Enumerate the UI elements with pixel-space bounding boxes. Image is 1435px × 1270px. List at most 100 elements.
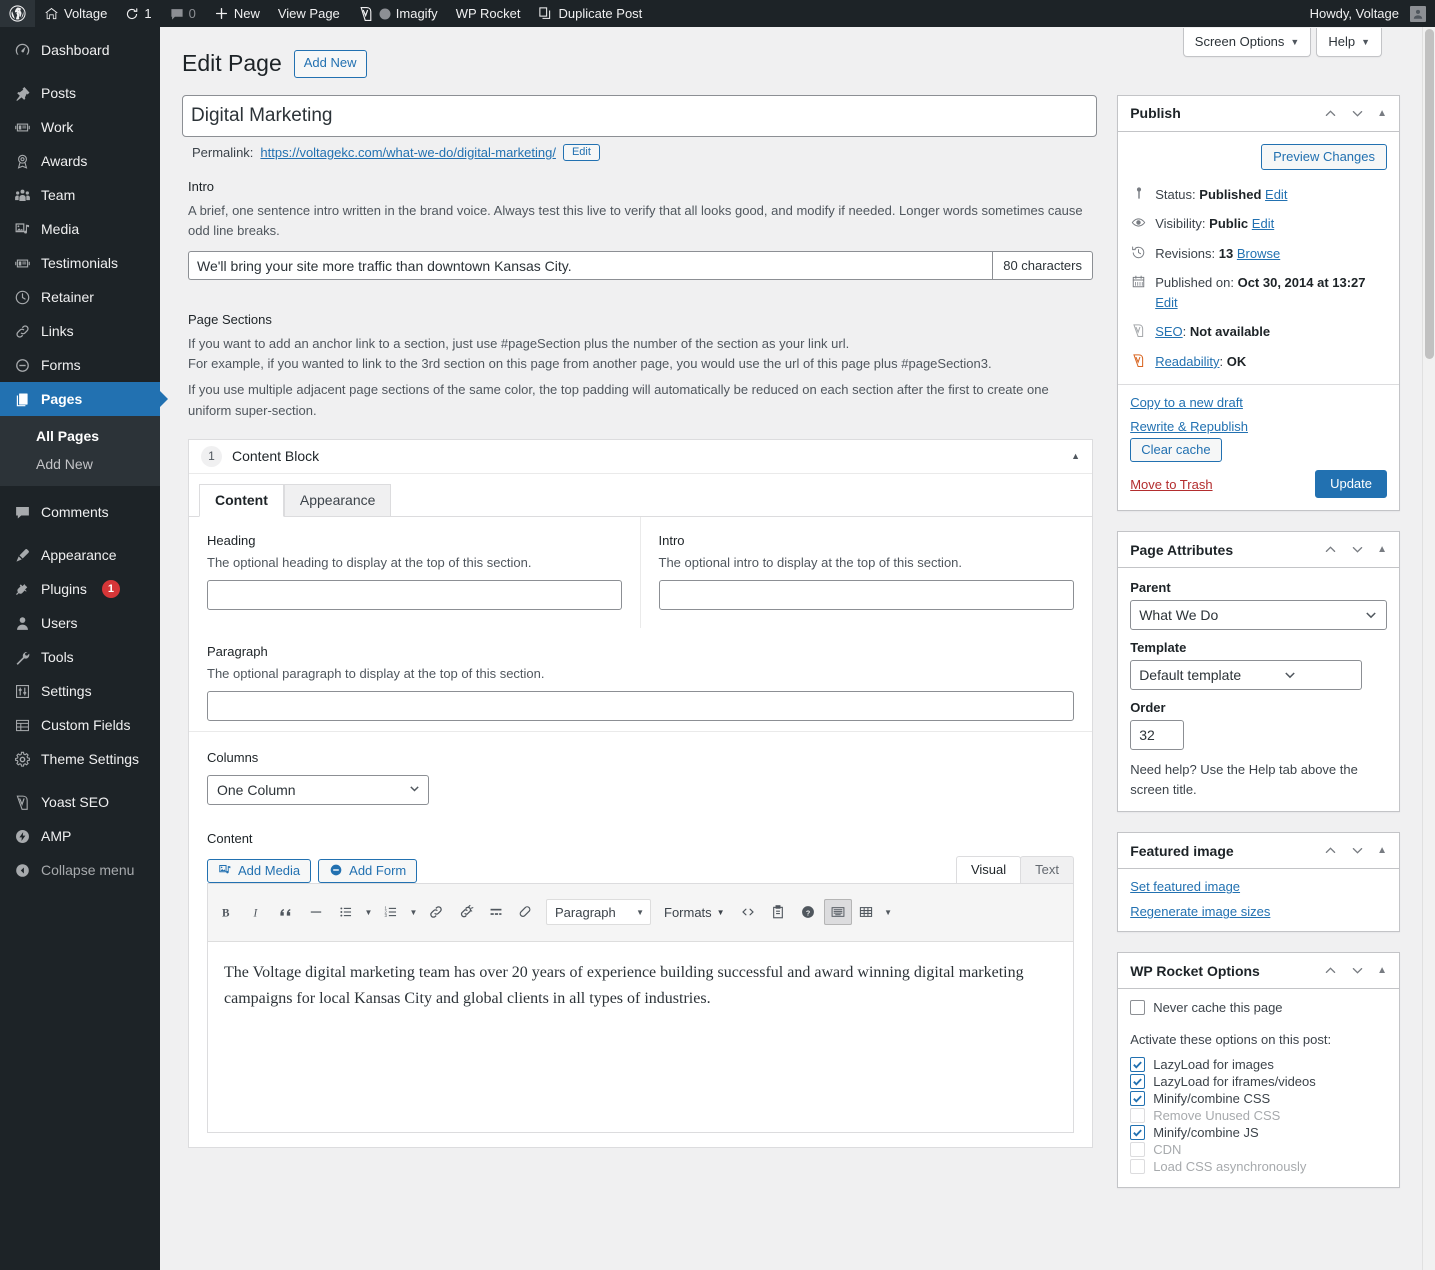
toggle-panel-icon[interactable]: ▲ bbox=[1377, 108, 1387, 119]
paste-as-text-icon[interactable] bbox=[764, 899, 792, 925]
sidebar-item-amp[interactable]: AMP bbox=[0, 819, 160, 853]
intro-input[interactable] bbox=[188, 251, 992, 280]
minify-js-checkbox[interactable] bbox=[1130, 1125, 1145, 1140]
published-edit-link[interactable]: Edit bbox=[1155, 295, 1177, 310]
status-edit-link[interactable]: Edit bbox=[1265, 187, 1287, 202]
sidebar-item-retainer[interactable]: Retainer bbox=[0, 280, 160, 314]
code-icon[interactable] bbox=[734, 899, 762, 925]
screen-options-button[interactable]: Screen Options ▼ bbox=[1183, 28, 1312, 57]
sidebar-item-comments[interactable]: Comments bbox=[0, 495, 160, 529]
update-button[interactable]: Update bbox=[1315, 470, 1387, 498]
rewrite-republish-link[interactable]: Rewrite & Republish bbox=[1130, 419, 1387, 434]
bulleted-list-icon[interactable] bbox=[332, 899, 360, 925]
post-title-input[interactable] bbox=[182, 95, 1097, 137]
sidebar-item-testimonials[interactable]: Testimonials bbox=[0, 246, 160, 280]
blockquote-icon[interactable] bbox=[272, 899, 300, 925]
visibility-edit-link[interactable]: Edit bbox=[1252, 216, 1274, 231]
adminbar-comments[interactable]: 0 bbox=[161, 0, 205, 27]
tab-appearance[interactable]: Appearance bbox=[284, 484, 392, 517]
adminbar-new-content[interactable]: New bbox=[205, 0, 269, 27]
toolbar-toggle-icon[interactable] bbox=[824, 899, 852, 925]
page-scrollbar[interactable] bbox=[1422, 27, 1435, 1270]
never-cache-checkbox[interactable] bbox=[1130, 1000, 1145, 1015]
columns-select[interactable]: One Column bbox=[207, 775, 429, 805]
revisions-browse-link[interactable]: Browse bbox=[1237, 246, 1280, 261]
parent-select[interactable]: What We Do bbox=[1130, 600, 1387, 630]
scrollbar-thumb[interactable] bbox=[1425, 29, 1434, 359]
add-form-button[interactable]: Add Form bbox=[318, 859, 417, 883]
unlink-icon[interactable] bbox=[452, 899, 480, 925]
sidebar-item-forms[interactable]: Forms bbox=[0, 348, 160, 382]
move-up-icon[interactable] bbox=[1323, 106, 1338, 121]
sidebar-item-media[interactable]: Media bbox=[0, 212, 160, 246]
wordpress-logo-menu[interactable] bbox=[0, 0, 35, 27]
sidebar-item-tools[interactable]: Tools bbox=[0, 640, 160, 674]
table-dropdown-icon[interactable]: ▼ bbox=[882, 899, 895, 925]
bold-icon[interactable]: B bbox=[212, 899, 240, 925]
sidebar-item-team[interactable]: Team bbox=[0, 178, 160, 212]
adminbar-my-account[interactable]: Howdy, Voltage bbox=[1301, 0, 1435, 27]
template-select[interactable]: Default template bbox=[1130, 660, 1362, 690]
paragraph-format-select[interactable]: Paragraph bbox=[546, 899, 651, 925]
minify-css-checkbox[interactable] bbox=[1130, 1091, 1145, 1106]
sidebar-item-links[interactable]: Links bbox=[0, 314, 160, 348]
content-block-header[interactable]: 1 Content Block ▲ bbox=[189, 440, 1092, 474]
sidebar-item-yoast-seo[interactable]: Yoast SEO bbox=[0, 785, 160, 819]
sidebar-item-plugins[interactable]: Plugins 1 bbox=[0, 572, 160, 606]
table-icon[interactable] bbox=[852, 899, 880, 925]
paragraph-input[interactable] bbox=[207, 691, 1074, 721]
sidebar-item-dashboard[interactable]: Dashboard bbox=[0, 33, 160, 67]
caret-up-icon[interactable]: ▲ bbox=[1071, 451, 1080, 461]
link-icon[interactable] bbox=[422, 899, 450, 925]
sidebar-item-appearance[interactable]: Appearance bbox=[0, 538, 160, 572]
move-down-icon[interactable] bbox=[1350, 106, 1365, 121]
tab-content[interactable]: Content bbox=[199, 484, 284, 517]
read-more-icon[interactable] bbox=[482, 899, 510, 925]
sidebar-item-collapse-menu[interactable]: Collapse menu bbox=[0, 853, 160, 887]
toggle-panel-icon[interactable]: ▲ bbox=[1377, 845, 1387, 856]
move-down-icon[interactable] bbox=[1350, 963, 1365, 978]
tab-text[interactable]: Text bbox=[1020, 856, 1074, 883]
lazyload-images-checkbox[interactable] bbox=[1130, 1057, 1145, 1072]
adminbar-view-page[interactable]: View Page bbox=[269, 0, 349, 27]
editor-content-area[interactable]: The Voltage digital marketing team has o… bbox=[208, 942, 1073, 1132]
sidebar-item-settings[interactable]: Settings bbox=[0, 674, 160, 708]
move-down-icon[interactable] bbox=[1350, 542, 1365, 557]
move-up-icon[interactable] bbox=[1323, 542, 1338, 557]
help-icon[interactable]: ? bbox=[794, 899, 822, 925]
sidebar-item-theme-settings[interactable]: Theme Settings bbox=[0, 742, 160, 776]
heading-input[interactable] bbox=[207, 580, 622, 610]
preview-changes-button[interactable]: Preview Changes bbox=[1261, 144, 1387, 170]
adminbar-wp-rocket[interactable]: WP Rocket bbox=[447, 0, 530, 27]
sidebar-submenu-item-all-pages[interactable]: All Pages bbox=[0, 422, 160, 450]
add-new-page-button[interactable]: Add New bbox=[294, 50, 367, 78]
adminbar-imagify[interactable]: Imagify bbox=[349, 0, 447, 27]
move-to-trash-link[interactable]: Move to Trash bbox=[1130, 477, 1212, 492]
toggle-panel-icon[interactable]: ▲ bbox=[1377, 965, 1387, 976]
horizontal-rule-icon[interactable] bbox=[302, 899, 330, 925]
bulleted-list-dropdown-icon[interactable]: ▼ bbox=[362, 899, 375, 925]
sidebar-item-posts[interactable]: Posts bbox=[0, 76, 160, 110]
move-up-icon[interactable] bbox=[1323, 963, 1338, 978]
sidebar-item-custom-fields[interactable]: Custom Fields bbox=[0, 708, 160, 742]
section-intro-input[interactable] bbox=[659, 580, 1075, 610]
help-button[interactable]: Help ▼ bbox=[1316, 28, 1382, 57]
seo-link[interactable]: SEO bbox=[1155, 324, 1182, 339]
edit-permalink-button[interactable]: Edit bbox=[563, 144, 600, 161]
sidebar-item-work[interactable]: Work bbox=[0, 110, 160, 144]
italic-icon[interactable]: I bbox=[242, 899, 270, 925]
toggle-panel-icon[interactable]: ▲ bbox=[1377, 544, 1387, 555]
sidebar-item-pages[interactable]: Pages bbox=[0, 382, 160, 416]
order-input[interactable] bbox=[1130, 720, 1184, 750]
adminbar-updates[interactable]: 1 bbox=[116, 0, 160, 27]
add-media-button[interactable]: Add Media bbox=[207, 859, 311, 883]
formats-menu-button[interactable]: Formats ▼ bbox=[657, 899, 732, 925]
tab-visual[interactable]: Visual bbox=[956, 856, 1021, 883]
eraser-icon[interactable] bbox=[512, 899, 540, 925]
numbered-list-dropdown-icon[interactable]: ▼ bbox=[407, 899, 420, 925]
sidebar-item-awards[interactable]: Awards bbox=[0, 144, 160, 178]
lazyload-iframes-checkbox[interactable] bbox=[1130, 1074, 1145, 1089]
move-down-icon[interactable] bbox=[1350, 843, 1365, 858]
set-featured-image-link[interactable]: Set featured image bbox=[1130, 879, 1387, 894]
copy-to-new-draft-link[interactable]: Copy to a new draft bbox=[1130, 395, 1387, 410]
